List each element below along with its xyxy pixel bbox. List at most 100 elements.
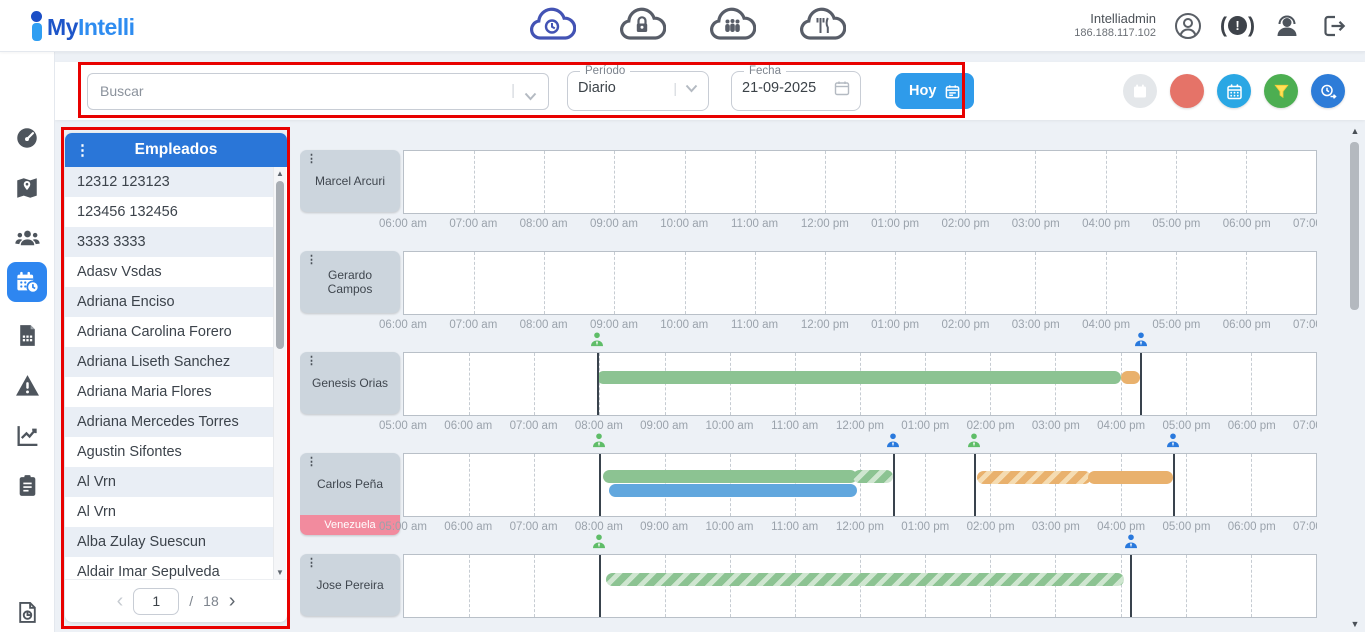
cloud-time-icon[interactable] [528, 7, 576, 45]
today-button[interactable]: Hoy [895, 73, 974, 109]
employee-list-item[interactable]: Al Vrn [65, 467, 273, 497]
date-picker[interactable]: Fecha 21-09-2025 [731, 65, 861, 111]
calendar-view-icon[interactable] [1217, 74, 1251, 108]
support-agent-icon[interactable] [1273, 10, 1301, 42]
employee-card[interactable]: ⋮Jose Pereira [300, 554, 400, 616]
schedule-bar-green-hatched[interactable] [606, 573, 1124, 586]
punch-person-green-icon[interactable] [591, 433, 606, 453]
dashboard-icon[interactable] [7, 118, 47, 158]
hour-gridline [860, 454, 861, 516]
scroll-up-icon[interactable]: ▲ [1348, 126, 1362, 136]
employee-list-item[interactable]: 3333 3333 [65, 227, 273, 257]
punch-person-green-icon[interactable] [967, 433, 982, 453]
punch-person-green-icon[interactable] [591, 534, 606, 554]
app-logo[interactable]: MyIntelli [30, 11, 230, 41]
hour-gridline [1055, 353, 1056, 415]
employee-list-item[interactable]: Adriana Carolina Forero [65, 317, 273, 347]
search-input[interactable] [87, 73, 549, 110]
schedule-bar-orange[interactable] [1088, 471, 1173, 484]
period-select[interactable]: Período Diario | [567, 65, 709, 111]
kebab-menu-icon[interactable]: ⋮ [306, 255, 317, 266]
map-icon[interactable] [7, 168, 47, 208]
hour-gridline [1251, 353, 1252, 415]
punch-line [1140, 353, 1142, 415]
pagination-prev-icon[interactable]: ‹ [117, 591, 124, 611]
axis-tick-label: 12:00 pm [836, 521, 884, 533]
scroll-thumb[interactable] [1350, 142, 1359, 310]
document-grid-icon[interactable] [7, 315, 47, 355]
employee-list-item[interactable]: Aldair Imar Sepulveda [65, 557, 273, 579]
employee-card[interactable]: ⋮Marcel Arcuri [300, 150, 400, 212]
cloud-security-icon[interactable] [618, 7, 666, 45]
search-combobox: | [87, 73, 549, 110]
axis-tick-label: 01:00 pm [871, 218, 919, 230]
schedule-bar-green-hatched[interactable] [853, 470, 892, 483]
document-pie-icon[interactable] [7, 592, 47, 632]
alerts-icon[interactable]: (!) [1220, 10, 1255, 42]
scroll-down-icon[interactable]: ▼ [1348, 619, 1362, 629]
main-scrollbar[interactable]: ▲ ▼ [1348, 126, 1362, 629]
legend-icon[interactable] [1170, 74, 1204, 108]
hour-gridline [614, 252, 615, 314]
schedule-bar-orange-hatched[interactable] [977, 471, 1091, 484]
profile-icon[interactable] [1174, 10, 1202, 42]
employee-list-item[interactable]: 123456 132456 [65, 197, 273, 227]
employee-list-item[interactable]: Adriana Enciso [65, 287, 273, 317]
top-header: MyIntelli Intelliadmin 186.188.117.102 [0, 0, 1365, 52]
employee-card[interactable]: ⋮Gerardo Campos [300, 251, 400, 313]
search-chevron-down-icon[interactable] [524, 88, 537, 106]
axis-tick-label: 11:00 am [771, 521, 818, 533]
employee-list-item[interactable]: 12312 123123 [65, 167, 273, 197]
axis-tick-label: 01:00 pm [901, 521, 949, 533]
warning-icon[interactable] [7, 365, 47, 405]
schedule-bar-green[interactable] [603, 470, 857, 483]
logout-icon[interactable] [1319, 10, 1347, 42]
scroll-up-icon[interactable]: ▲ [274, 169, 286, 178]
filter-icon[interactable] [1264, 74, 1298, 108]
employee-card[interactable]: ⋮Genesis Orias [300, 352, 400, 414]
schedule-bar-orange[interactable] [1121, 371, 1141, 384]
pagination-page-input[interactable] [133, 588, 179, 615]
punch-person-green-icon[interactable] [589, 332, 604, 352]
employee-list-item[interactable]: Adriana Mercedes Torres [65, 407, 273, 437]
user-name: Intelliadmin [1074, 12, 1156, 27]
employee-list-item[interactable]: Alba Zulay Suescun [65, 527, 273, 557]
kebab-menu-icon[interactable]: ⋮ [306, 154, 317, 165]
axis-tick-label: 11:00 am [731, 319, 778, 331]
axis-tick-label: 09:00 am [590, 319, 638, 331]
pagination-next-icon[interactable]: › [229, 591, 236, 611]
kebab-menu-icon[interactable]: ⋮ [306, 558, 317, 569]
shift-time-icon[interactable] [1311, 74, 1345, 108]
punch-person-blue-icon[interactable] [1123, 534, 1138, 554]
clipboard-icon[interactable] [7, 465, 47, 505]
employee-list-item[interactable]: Adriana Maria Flores [65, 377, 273, 407]
punch-person-blue-icon[interactable] [885, 433, 900, 453]
employee-list-item[interactable]: Al Vrn [65, 497, 273, 527]
punch-person-blue-icon[interactable] [1166, 433, 1181, 453]
punch-line [597, 353, 599, 415]
axis-tick-label: 07:00 pm [1293, 218, 1317, 230]
kebab-menu-icon[interactable]: ⋮ [75, 143, 90, 158]
schedule-bar-green[interactable] [597, 371, 1120, 384]
hour-gridline [755, 252, 756, 314]
hour-gridline [1186, 353, 1187, 415]
cloud-cafeteria-icon[interactable] [798, 7, 846, 45]
employee-list-item[interactable]: Adriana Liseth Sanchez [65, 347, 273, 377]
axis-tick-label: 07:00 am [510, 420, 558, 432]
employee-list-item[interactable]: Adasv Vsdas [65, 257, 273, 287]
axis-tick-label: 11:00 am [771, 420, 818, 432]
employee-list-item[interactable]: Agustin Sifontes [65, 437, 273, 467]
kebab-menu-icon[interactable]: ⋮ [306, 356, 317, 367]
punch-line [893, 454, 895, 516]
scroll-down-icon[interactable]: ▼ [274, 568, 286, 577]
kebab-menu-icon[interactable]: ⋮ [306, 457, 317, 468]
analytics-icon[interactable] [7, 415, 47, 455]
scheduling-icon[interactable] [7, 262, 47, 302]
employee-list-scrollbar[interactable]: ▲ ▼ [273, 167, 286, 579]
employees-icon[interactable] [7, 218, 47, 258]
scroll-thumb[interactable] [276, 181, 284, 349]
hour-gridline [990, 454, 991, 516]
schedule-bar-blue[interactable] [609, 484, 857, 497]
cloud-hr-icon[interactable] [708, 7, 756, 45]
punch-person-blue-icon[interactable] [1133, 332, 1148, 352]
